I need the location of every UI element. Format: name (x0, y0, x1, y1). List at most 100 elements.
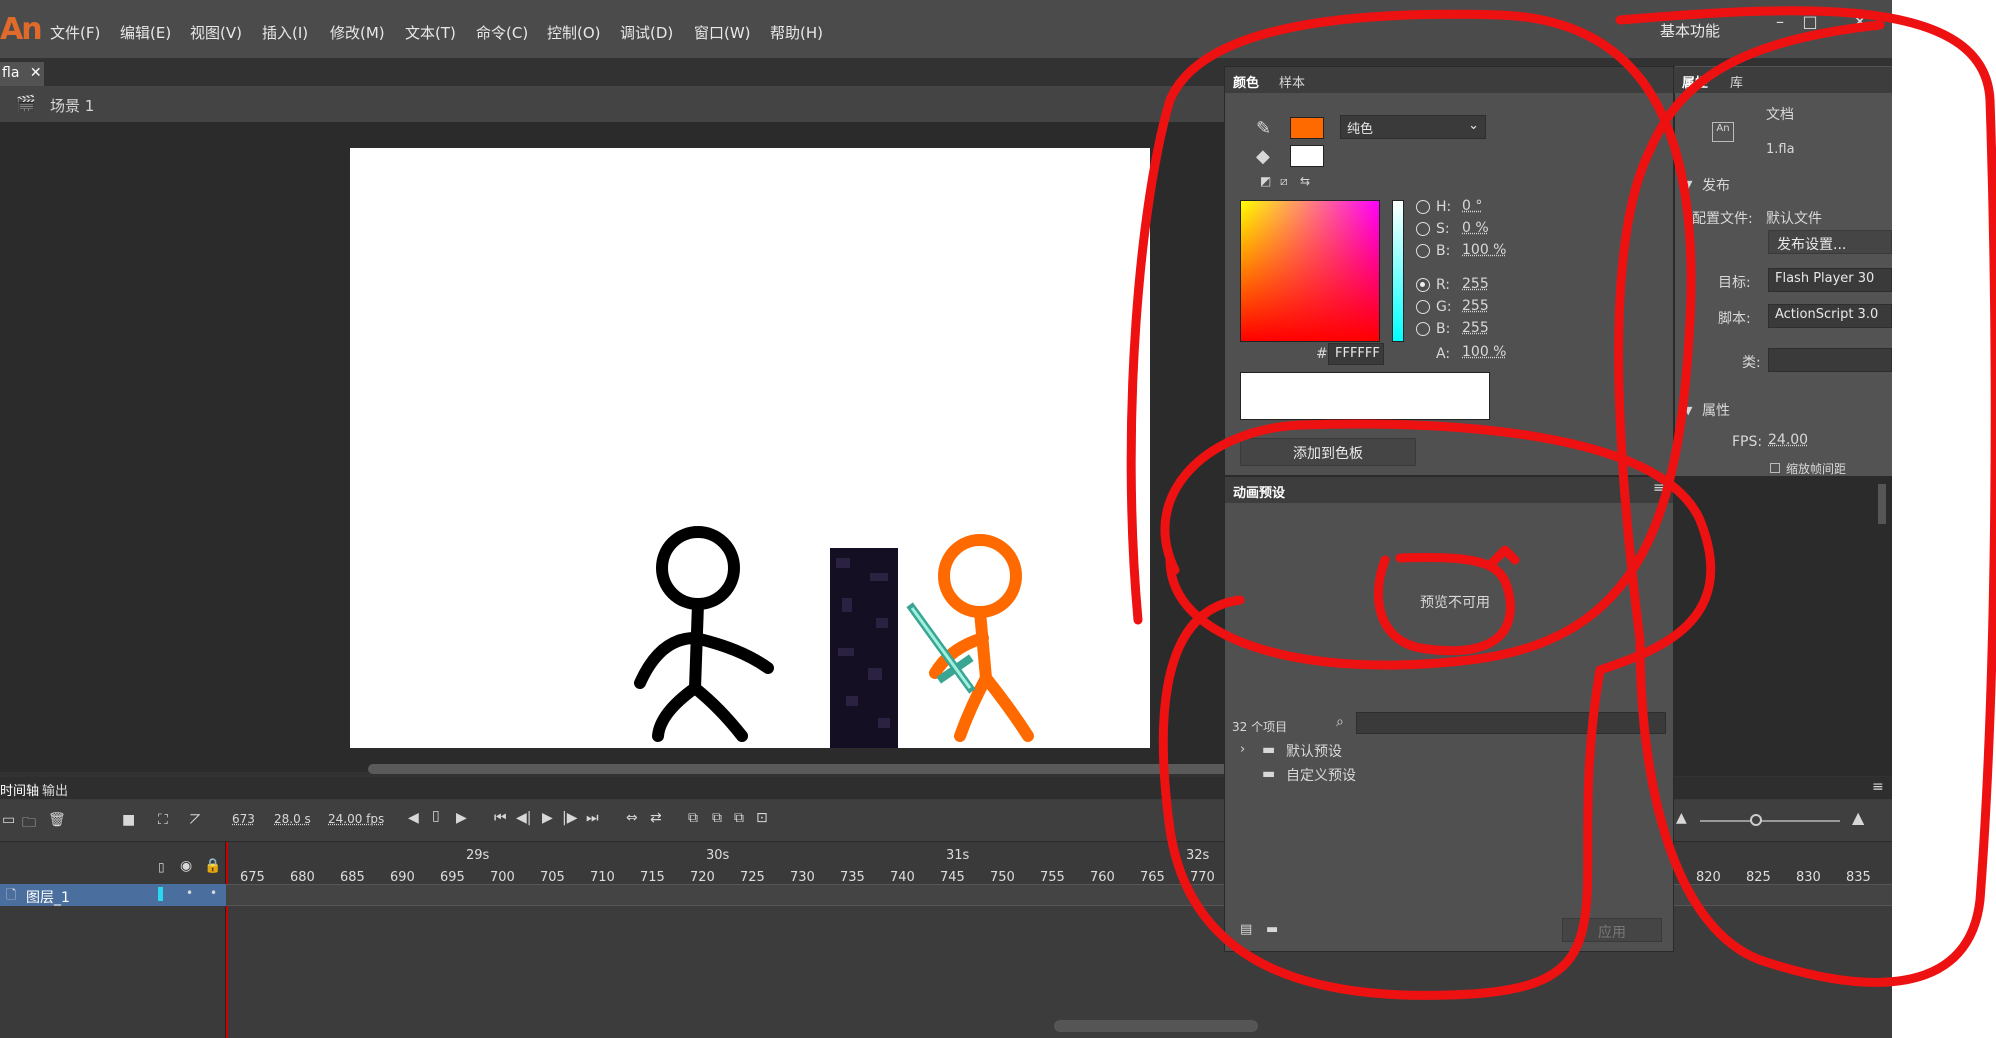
red-value[interactable]: 255 (1462, 276, 1489, 292)
frame-rate[interactable]: 24.00 fps (328, 812, 384, 826)
layer-color-swatch[interactable] (158, 887, 163, 901)
layer-row[interactable]: 🗋 图层_1 • • (0, 884, 226, 906)
step-back-icon[interactable]: ◀| (516, 810, 531, 826)
preset-search-input[interactable] (1356, 712, 1666, 734)
step-forward-icon[interactable]: |▶ (562, 810, 577, 826)
maximize-icon[interactable]: □ (1800, 12, 1820, 32)
next-keyframe-icon[interactable]: ▶ (456, 810, 467, 826)
menu-insert[interactable]: 插入(I) (262, 22, 308, 43)
chevron-right-icon[interactable]: › (1240, 742, 1245, 757)
workspace-switcher[interactable]: 基本功能 (1660, 20, 1720, 41)
layer-name[interactable]: 图层_1 (26, 887, 70, 907)
preset-folder-default[interactable]: 默认预设 (1286, 741, 1342, 761)
layer-parenting-icon[interactable]: ⛶ (158, 812, 168, 828)
green-value[interactable]: 255 (1462, 298, 1489, 314)
preset-folder-custom[interactable]: 自定义预设 (1286, 765, 1356, 785)
add-to-swatches-button[interactable]: 添加到色板 (1240, 438, 1416, 466)
zoom-out-icon[interactable]: ▲ (1676, 810, 1687, 826)
insert-keyframe-icon[interactable]: ▯ (432, 808, 440, 824)
onion-skin-icon[interactable]: ⧉ (688, 810, 698, 826)
brightness-value[interactable]: 100 % (1462, 242, 1506, 258)
radio-red[interactable] (1416, 278, 1430, 292)
radio-brightness[interactable] (1416, 244, 1430, 258)
menu-commands[interactable]: 命令(C) (476, 22, 528, 43)
fill-type-dropdown[interactable]: 纯色 ⌄ (1340, 115, 1486, 139)
menu-file[interactable]: 文件(F) (50, 22, 100, 43)
class-input[interactable] (1768, 348, 1892, 372)
folder-icon[interactable]: 🗀 (22, 812, 36, 836)
playhead[interactable] (226, 842, 228, 1038)
fps-value[interactable]: 24.00 (1768, 432, 1808, 448)
tab-output[interactable]: 输出 (42, 780, 68, 799)
new-folder-icon[interactable]: ▬ (1266, 922, 1278, 937)
saturation-value[interactable]: 0 % (1462, 220, 1489, 236)
properties-scrollbar[interactable] (1878, 484, 1886, 524)
zoom-slider-thumb[interactable] (1750, 814, 1762, 826)
save-preset-icon[interactable]: ▤ (1240, 922, 1252, 937)
play-icon[interactable]: ▶ (542, 810, 553, 826)
layer-visible-dot[interactable]: • (186, 886, 193, 900)
hex-input[interactable]: FFFFFF (1328, 343, 1384, 365)
target-dropdown[interactable]: Flash Player 30 (1768, 268, 1892, 292)
scale-checkbox[interactable] (1770, 463, 1780, 473)
edit-multiple-icon[interactable]: ⧉ (734, 810, 744, 826)
alpha-value[interactable]: 100 % (1462, 344, 1506, 360)
tab-timeline[interactable]: 时间轴 (0, 780, 39, 799)
tab-color[interactable]: 颜色 (1233, 72, 1259, 91)
center-frame-icon[interactable]: ⇄ (650, 810, 662, 826)
outline-column-icon[interactable]: ▯ (158, 860, 165, 874)
minimize-icon[interactable]: – (1770, 12, 1790, 32)
props-section-title[interactable]: 属性 (1702, 400, 1730, 420)
collapse-triangle-icon[interactable]: ▼ (1684, 404, 1692, 417)
no-color-icon[interactable]: ⧄ (1280, 174, 1288, 189)
publish-settings-button[interactable]: 发布设置... (1768, 230, 1892, 254)
tab-close-icon[interactable]: ✕ (30, 65, 42, 81)
hue-value[interactable]: 0 ° (1462, 198, 1482, 214)
menu-control[interactable]: 控制(O) (547, 22, 601, 43)
menu-edit[interactable]: 编辑(E) (120, 22, 171, 43)
tab-swatches[interactable]: 样本 (1279, 72, 1305, 91)
stroke-color-swatch[interactable] (1290, 117, 1324, 139)
swap-colors-icon[interactable]: ⇆ (1300, 174, 1310, 188)
lock-icon[interactable]: 🔒 (204, 858, 221, 874)
fill-bucket-icon[interactable]: ◆ (1256, 146, 1270, 167)
apply-button[interactable]: 应用 (1562, 918, 1662, 942)
camera-icon[interactable]: ■ (122, 812, 135, 828)
first-frame-icon[interactable]: ⏮ (494, 810, 507, 826)
graph-icon[interactable]: ⦢ (190, 812, 201, 828)
default-colors-icon[interactable]: ◩ (1260, 174, 1271, 188)
radio-saturation[interactable] (1416, 222, 1430, 236)
menu-debug[interactable]: 调试(D) (620, 22, 673, 43)
document-tab[interactable]: fla ✕ (0, 62, 44, 86)
loop-icon[interactable]: ⇔ (626, 810, 638, 826)
onion-outline-icon[interactable]: ⧉ (712, 810, 722, 826)
tab-library[interactable]: 库 (1730, 72, 1743, 91)
timeline-scrollbar[interactable] (1054, 1020, 1258, 1032)
new-folder-icon[interactable]: ▭ (2, 812, 15, 828)
menu-text[interactable]: 文本(T) (405, 22, 456, 43)
menu-view[interactable]: 视图(V) (190, 22, 242, 43)
menu-modify[interactable]: 修改(M) (330, 22, 385, 43)
menu-window[interactable]: 窗口(W) (694, 22, 751, 43)
panel-menu-icon[interactable]: ≡ (1653, 480, 1665, 496)
publish-section-title[interactable]: 发布 (1702, 175, 1730, 195)
zoom-slider-track[interactable] (1700, 820, 1840, 822)
collapse-triangle-icon[interactable]: ▼ (1684, 178, 1692, 191)
color-slider[interactable] (1392, 200, 1404, 342)
last-frame-icon[interactable]: ⏭ (586, 810, 599, 826)
radio-green[interactable] (1416, 300, 1430, 314)
fill-color-swatch[interactable] (1290, 145, 1324, 167)
tab-properties[interactable]: 属性 (1682, 72, 1708, 91)
elapsed-time[interactable]: 28.0 s (274, 812, 311, 826)
prev-keyframe-icon[interactable]: ◀ (408, 810, 419, 826)
panel-menu-icon[interactable]: ≡ (1872, 779, 1884, 795)
menu-help[interactable]: 帮助(H) (770, 22, 823, 43)
color-picker-field[interactable] (1240, 200, 1380, 342)
zoom-in-icon[interactable]: ▲ (1852, 808, 1864, 827)
eye-icon[interactable]: ◉ (180, 858, 192, 874)
stage-canvas[interactable] (350, 148, 1150, 748)
onion-range-icon[interactable]: ⊡ (756, 810, 768, 826)
layer-lock-dot[interactable]: • (210, 886, 217, 900)
blue-value[interactable]: 255 (1462, 320, 1489, 336)
radio-hue[interactable] (1416, 200, 1430, 214)
